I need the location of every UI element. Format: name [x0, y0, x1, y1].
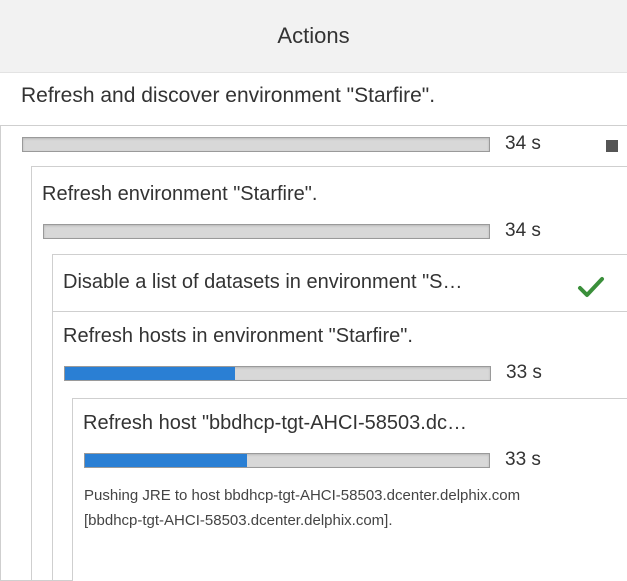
panel-header: Actions [0, 0, 627, 73]
checkmark-icon [578, 277, 604, 297]
subtask-disable-datasets: Disable a list of datasets in environmen… [52, 254, 627, 312]
host-task-title: Refresh host "bbdhcp-tgt-AHCI-58503.dc… [83, 412, 467, 434]
host-task-progress-fill [85, 454, 247, 467]
root-action-elapsed: 34 s [505, 133, 541, 154]
child-action-progress-bar [43, 224, 490, 239]
root-action-progress-bar [22, 137, 490, 152]
stop-icon[interactable] [606, 140, 618, 152]
host-task-message: Pushing JRE to host bbdhcp-tgt-AHCI-5850… [84, 487, 521, 529]
host-task-elapsed: 33 s [505, 449, 541, 470]
actions-panel: Actions Refresh and discover environment… [0, 0, 627, 581]
subtask-refresh-hosts-progress-bar [64, 366, 491, 381]
subtask-refresh-hosts-title: Refresh hosts in environment "Starfire". [63, 325, 413, 347]
child-action-title: Refresh environment "Starfire". [42, 183, 318, 205]
subtask-disable-datasets-title: Disable a list of datasets in environmen… [63, 271, 463, 293]
subtask-refresh-hosts-elapsed: 33 s [506, 362, 542, 383]
subtask-refresh-hosts-progress-fill [65, 367, 235, 380]
child-action-elapsed: 34 s [505, 220, 541, 241]
panel-title: Actions [277, 23, 350, 48]
root-action-title: Refresh and discover environment "Starfi… [21, 84, 436, 107]
host-task-progress-bar [84, 453, 490, 468]
